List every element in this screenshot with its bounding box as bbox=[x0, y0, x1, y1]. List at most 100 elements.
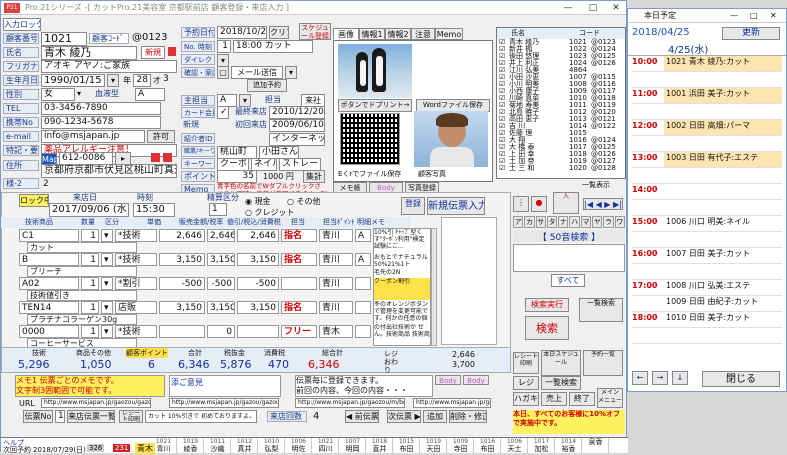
slip-memo[interactable]: メモ1 伝票ごとのメモです。 文字制3囲範囲で可能です。 bbox=[15, 375, 165, 397]
cash-radio[interactable]: ◉ 現金 bbox=[245, 196, 271, 207]
url-4[interactable]: http://www.msjapan.jp/gazou/gazou03.jpg bbox=[413, 398, 491, 408]
register-button[interactable]: 登録 bbox=[401, 197, 425, 215]
item-staff[interactable]: 指名 bbox=[281, 253, 317, 266]
item-disc[interactable]: 3,150 bbox=[207, 301, 235, 314]
mail-check[interactable]: ▢ bbox=[217, 66, 229, 79]
visit-row[interactable]: TEN14 1 ▾ 店販 3,150 3,150 3,150 指名 青川 bbox=[19, 301, 411, 315]
reserve-no-field[interactable]: 1 bbox=[217, 40, 231, 53]
item-staff-name[interactable]: 青木 bbox=[319, 325, 353, 338]
kind-dropdown-icon[interactable]: ▾ bbox=[101, 253, 113, 266]
schedule-row[interactable]: 18:00 1010 日田 美子:カット bbox=[632, 312, 782, 328]
mobile-field[interactable]: 090-1234-5678 bbox=[41, 116, 161, 129]
new-cust-button[interactable]: 入 bbox=[553, 192, 579, 214]
settle-field[interactable]: 1 bbox=[209, 203, 227, 216]
item-pt[interactable] bbox=[355, 277, 371, 290]
visit-date-field[interactable]: 2017/09/06 (水) bbox=[49, 203, 129, 217]
cut-note-field[interactable]: カット 10%引きで 初めておりますよ。 bbox=[145, 410, 257, 423]
item-staff[interactable]: 指名 bbox=[281, 301, 317, 314]
body-button-2[interactable]: Body bbox=[435, 375, 461, 385]
sex-field[interactable]: 女 bbox=[41, 88, 75, 101]
slip-memo-right[interactable]: 添ご意見 bbox=[169, 375, 281, 397]
exit-button[interactable]: 終了 bbox=[569, 392, 595, 406]
schedule-row[interactable]: 11:00 1001 浜田 美子:カット bbox=[632, 88, 782, 104]
lock-button[interactable]: ロック中 bbox=[19, 194, 49, 207]
minimize-icon[interactable]: — bbox=[556, 2, 580, 14]
item-unit[interactable]: -500 bbox=[159, 277, 205, 290]
maximize-icon[interactable]: □ bbox=[581, 2, 605, 14]
kana-tab[interactable]: マ bbox=[580, 216, 592, 228]
all-list-button[interactable]: 一覧検索 bbox=[541, 376, 581, 390]
visit-row[interactable]: A02 1 ▾ *割引 -500 -500 -500 青川 bbox=[19, 277, 411, 291]
mail-send-button[interactable]: メール送信 bbox=[231, 66, 283, 79]
item-tax[interactable] bbox=[237, 325, 279, 338]
sched-prev-button[interactable]: ← bbox=[632, 371, 648, 385]
item-qty[interactable]: 1 bbox=[81, 301, 99, 314]
reserve-list-button[interactable]: 予約一覧 bbox=[583, 350, 623, 376]
item-kind[interactable]: *技術 bbox=[115, 229, 157, 242]
visit-row[interactable]: 0000 1 ▾ *技術 0 フリー 青木 bbox=[19, 325, 411, 339]
cashbox-button[interactable]: レジ bbox=[513, 376, 539, 390]
item-unit[interactable]: 2,646 bbox=[159, 229, 205, 242]
other-radio[interactable]: ○ その他 bbox=[287, 196, 321, 207]
schedule-row[interactable]: 16:00 1007 日田 美子:カット bbox=[632, 248, 782, 264]
item-kind[interactable]: *技術 bbox=[115, 253, 157, 266]
kana-tab[interactable]: ヤ bbox=[592, 216, 603, 228]
url-3[interactable]: http://www.msjapan.jp/gaozou/m/bolurhori… bbox=[295, 398, 405, 408]
schedule-row[interactable] bbox=[632, 72, 782, 88]
schedule-row[interactable]: 1009 日田 由紀子:カット bbox=[632, 296, 782, 312]
record-icon[interactable]: ● bbox=[531, 196, 547, 212]
kana-field[interactable]: アオキ アヤノ:ご家族 bbox=[41, 60, 177, 73]
card-check[interactable]: ✓ bbox=[217, 106, 229, 119]
kana-tab[interactable]: ア bbox=[513, 216, 524, 228]
kind-dropdown-icon[interactable]: ▾ bbox=[101, 301, 113, 314]
prev-slip-button[interactable]: ◀ 前伝票 bbox=[345, 410, 379, 423]
item-qty[interactable]: 1 bbox=[81, 253, 99, 266]
new-badge[interactable]: 新規 bbox=[141, 46, 165, 59]
kind-dropdown-icon[interactable]: ▾ bbox=[101, 325, 113, 338]
schedule-row[interactable]: 12:00 1002 日田 高畑:パーマ bbox=[632, 120, 782, 136]
kana-tab[interactable]: ワ bbox=[614, 216, 625, 228]
schedule-row[interactable] bbox=[632, 264, 782, 280]
add-slip-button[interactable]: 追加 bbox=[423, 410, 447, 423]
dots-button[interactable]: ⋮ bbox=[513, 196, 529, 212]
item-kind[interactable]: *技術 bbox=[115, 325, 157, 338]
tel-field[interactable]: 03-3456-7890 bbox=[41, 102, 161, 115]
item-name[interactable]: プラチナコラーゲン30g bbox=[27, 314, 137, 325]
item-staff-name[interactable]: 青川 bbox=[319, 277, 353, 290]
item-kind[interactable]: *割引 bbox=[115, 277, 157, 290]
item-code[interactable]: B bbox=[19, 253, 79, 266]
customer-list-row[interactable]: ☑ 土 三 和 1020 @0128 bbox=[497, 165, 625, 172]
staff-dropdown-icon[interactable]: ▾ bbox=[239, 94, 251, 107]
info-field[interactable]: 2 bbox=[41, 179, 177, 192]
item-code[interactable]: TEN14 bbox=[19, 301, 79, 314]
item-tax[interactable]: 2,646 bbox=[237, 229, 279, 242]
item-disc[interactable]: -500 bbox=[207, 277, 235, 290]
mail-dropdown-icon[interactable]: ▾ bbox=[285, 66, 297, 79]
refresh-button[interactable]: 更新 bbox=[722, 27, 780, 40]
schedule-row[interactable]: 14:00 bbox=[632, 184, 782, 200]
calendar-icon[interactable]: ▾ bbox=[107, 74, 119, 87]
item-staff[interactable]: 指名 bbox=[281, 229, 317, 242]
item-staff[interactable] bbox=[281, 277, 317, 290]
item-staff-name[interactable]: 青川 bbox=[319, 301, 353, 314]
item-unit[interactable] bbox=[159, 325, 205, 338]
item-pt[interactable]: A bbox=[355, 229, 371, 242]
reserve-date-field[interactable]: 2018/10/20 bbox=[217, 26, 267, 39]
item-disc[interactable]: 0 bbox=[207, 325, 235, 338]
sched-down-button[interactable]: ↓ bbox=[672, 371, 688, 385]
item-pt[interactable]: A bbox=[355, 253, 371, 266]
next-slip-button[interactable]: 次伝票 ▶ bbox=[387, 410, 421, 423]
reserve-clear-button[interactable]: クリア bbox=[269, 26, 289, 39]
kana-tab[interactable]: ナ bbox=[558, 216, 569, 228]
item-qty[interactable]: 1 bbox=[81, 277, 99, 290]
schedule-row[interactable] bbox=[632, 328, 782, 344]
shop-button[interactable]: 売上 bbox=[541, 392, 567, 406]
first-prev-nav[interactable]: |◀ ◀ ▶ ▶| bbox=[583, 198, 623, 210]
item-qty[interactable]: 1 bbox=[81, 325, 99, 338]
sex-dropdown-icon[interactable]: ▾ bbox=[77, 89, 81, 98]
schedule-row[interactable] bbox=[632, 168, 782, 184]
schedule-row[interactable] bbox=[632, 200, 782, 216]
visit-row[interactable]: C1 1 ▾ *技術 2,646 2,646 2,646 指名 青川 A bbox=[19, 229, 411, 243]
tab-notice[interactable]: 注意 bbox=[411, 28, 435, 40]
reserve-time-field[interactable]: 18:00 カット bbox=[233, 40, 313, 53]
